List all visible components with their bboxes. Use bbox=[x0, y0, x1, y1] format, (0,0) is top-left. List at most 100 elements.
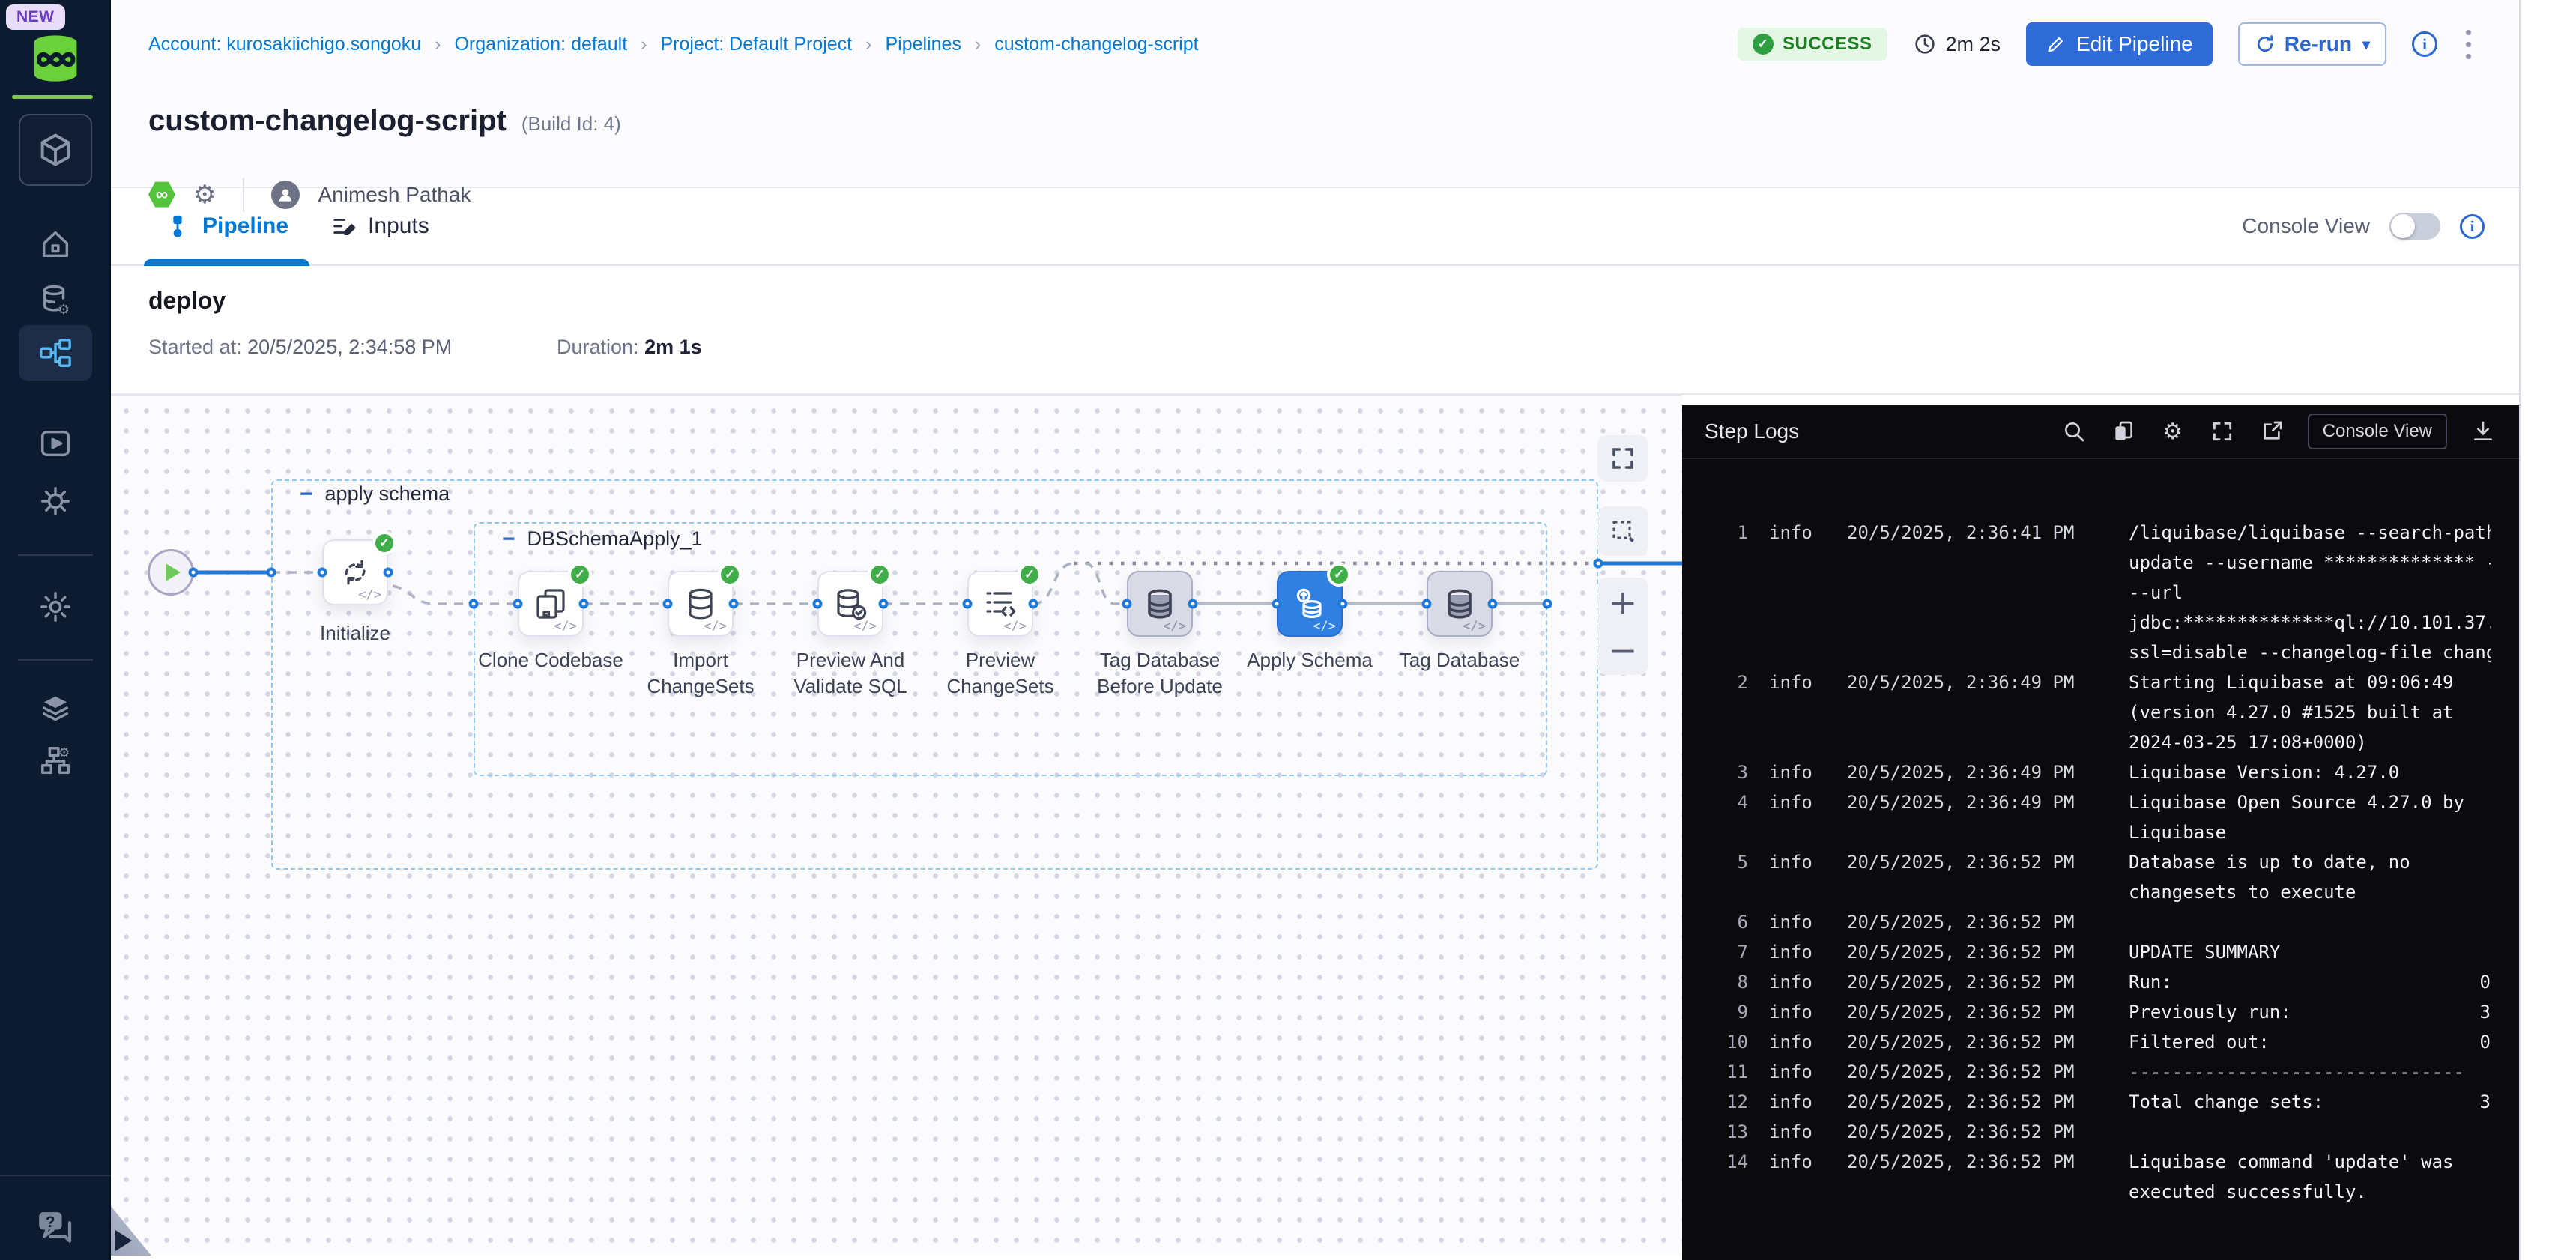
sidebar-item-settings[interactable] bbox=[31, 587, 79, 626]
connector-dot bbox=[879, 599, 889, 609]
log-line-number: 11 bbox=[1682, 1057, 1748, 1087]
execution-area: − apply schema − DBSchemaApply_1 bbox=[111, 395, 2519, 1260]
copy-icon[interactable] bbox=[2110, 418, 2137, 445]
rerun-button[interactable]: Re-run ▾ bbox=[2238, 22, 2386, 66]
refresh-cycle-icon bbox=[337, 554, 373, 590]
start-node[interactable] bbox=[148, 549, 194, 596]
edit-pipeline-button[interactable]: Edit Pipeline bbox=[2026, 22, 2213, 66]
log-level: info bbox=[1769, 1117, 1832, 1147]
download-icon[interactable] bbox=[2470, 418, 2497, 445]
collapse-icon[interactable]: − bbox=[300, 487, 313, 502]
info-icon[interactable]: i bbox=[2412, 31, 2437, 57]
log-line-number: 12 bbox=[1682, 1087, 1748, 1117]
log-message: Total change sets:3 bbox=[2129, 1087, 2491, 1117]
check-circle-icon: ✓ bbox=[1753, 34, 1774, 55]
step-logs-title: Step Logs bbox=[1705, 420, 1799, 443]
pipeline-step-clone-codebase[interactable]: ✓</> bbox=[518, 571, 584, 637]
log-level: info bbox=[1769, 757, 1832, 787]
network-gear-icon: ⚙ bbox=[38, 744, 73, 778]
gear-icon[interactable]: ⚙ bbox=[2159, 418, 2186, 445]
pencil-icon bbox=[2046, 34, 2066, 55]
log-level: info bbox=[1769, 1087, 1832, 1117]
log-line-number: 10 bbox=[1682, 1027, 1748, 1057]
sidebar-item-db-devops[interactable]: ⚙ bbox=[31, 280, 79, 319]
canvas-fullscreen-button[interactable] bbox=[1597, 435, 1648, 482]
log-message: Database is up to date, nochangesets to … bbox=[2129, 847, 2491, 907]
info-icon[interactable]: i bbox=[2460, 214, 2485, 239]
connector-dot bbox=[469, 599, 479, 609]
breadcrumb-link[interactable]: Account: kurosakiichigo.songoku bbox=[148, 34, 421, 55]
search-icon[interactable] bbox=[2061, 418, 2087, 445]
tab-inputs[interactable]: Inputs bbox=[309, 188, 450, 264]
connector-dot bbox=[1338, 599, 1348, 609]
log-line-number: 4 bbox=[1682, 787, 1748, 817]
sidebar-item-resources[interactable]: ⚙ bbox=[31, 742, 79, 781]
pipeline-step-initialize[interactable]: ✓</> bbox=[322, 539, 388, 605]
group-label-apply-schema[interactable]: − apply schema bbox=[300, 482, 450, 506]
status-text: SUCCESS bbox=[1783, 34, 1872, 55]
header-actions: ✓ SUCCESS 2m 2s Edit Pipeline Re-run bbox=[1738, 22, 2519, 66]
connector-dot bbox=[384, 568, 393, 578]
external-link-icon[interactable] bbox=[2258, 418, 2285, 445]
console-view-label: Console View bbox=[2242, 214, 2370, 238]
log-message: Liquibase Open Source 4.27.0 byLiquibase bbox=[2129, 787, 2491, 847]
log-message: Liquibase Version: 4.27.0 bbox=[2129, 757, 2491, 787]
code-glyph: </> bbox=[554, 619, 577, 634]
nav-divider bbox=[18, 659, 93, 661]
pipeline-step-apply-schema[interactable]: ✓</> bbox=[1277, 571, 1343, 637]
zoom-out-button[interactable]: − bbox=[1609, 633, 1638, 667]
pipeline-step-preview-changesets[interactable]: ✓</> bbox=[967, 571, 1033, 637]
connector-dot bbox=[1488, 599, 1498, 609]
sidebar-item-module-switcher[interactable] bbox=[19, 114, 92, 186]
log-timestamp: 20/5/2025, 2:36:49 PM bbox=[1847, 787, 2117, 817]
log-message: Filtered out:0 bbox=[2129, 1027, 2491, 1057]
log-level: info bbox=[1769, 518, 1832, 548]
console-view-button[interactable]: Console View bbox=[2308, 414, 2447, 449]
sidebar-item-home[interactable] bbox=[31, 225, 79, 264]
success-check-icon: ✓ bbox=[718, 563, 742, 587]
log-level: info bbox=[1769, 967, 1832, 997]
breadcrumb: Account: kurosakiichigo.songoku›Organiza… bbox=[148, 34, 1199, 55]
group-label-dbschemaapply[interactable]: − DBSchemaApply_1 bbox=[502, 527, 703, 551]
sidebar-item-manage[interactable] bbox=[31, 482, 79, 521]
collapse-icon[interactable]: − bbox=[502, 532, 515, 547]
breadcrumb-link[interactable]: Pipelines bbox=[885, 34, 961, 55]
pipeline-canvas[interactable]: − apply schema − DBSchemaApply_1 bbox=[111, 395, 1682, 1256]
new-badge: NEW bbox=[6, 4, 65, 30]
pipeline-step-tag-database[interactable]: </> bbox=[1427, 571, 1493, 637]
log-entry: 2info20/5/2025, 2:36:49 PMStarting Liqui… bbox=[1682, 667, 2519, 757]
step-logs-body[interactable]: 1info20/5/2025, 2:36:41 PM/liquibase/liq… bbox=[1682, 459, 2519, 1260]
db-devops-logo-icon[interactable] bbox=[22, 25, 88, 91]
tab-pipeline[interactable]: Pipeline bbox=[144, 188, 309, 264]
expand-brackets-icon bbox=[1609, 445, 1636, 472]
breadcrumb-link[interactable]: Organization: default bbox=[454, 34, 627, 55]
log-message: UPDATE SUMMARY bbox=[2129, 937, 2491, 967]
pipeline-step-preview-and-validate-sql[interactable]: ✓</> bbox=[817, 571, 883, 637]
code-glyph: </> bbox=[1163, 619, 1186, 634]
database-icon bbox=[683, 586, 719, 622]
play-square-icon bbox=[38, 426, 73, 461]
pipeline-step-tag-database-before-update[interactable]: </> bbox=[1127, 571, 1193, 637]
expand-brackets-icon[interactable] bbox=[2209, 418, 2236, 445]
breadcrumb-link[interactable]: Project: Default Project bbox=[660, 34, 852, 55]
expand-arrow-icon[interactable] bbox=[115, 1230, 132, 1251]
log-level: info bbox=[1769, 787, 1832, 817]
help-chat-icon[interactable]: ? bbox=[33, 1206, 75, 1248]
sidebar-item-pipelines[interactable] bbox=[19, 325, 92, 381]
log-message: Liquibase command 'update' wasexecuted s… bbox=[2129, 1147, 2491, 1207]
sidebar-item-executions[interactable] bbox=[31, 424, 79, 463]
console-view-toggle[interactable] bbox=[2389, 213, 2440, 240]
breadcrumb-link[interactable]: custom-changelog-script bbox=[994, 34, 1198, 55]
zoom-in-button[interactable]: + bbox=[1609, 585, 1638, 620]
log-timestamp: 20/5/2025, 2:36:52 PM bbox=[1847, 967, 2117, 997]
log-level: info bbox=[1769, 1147, 1832, 1177]
stage-summary: deploy Started at: 20/5/2025, 2:34:58 PM… bbox=[111, 266, 2519, 395]
code-glyph: </> bbox=[1463, 619, 1486, 634]
connector-dot bbox=[1543, 599, 1552, 609]
more-options-menu[interactable] bbox=[2463, 27, 2474, 62]
success-check-icon: ✓ bbox=[1018, 563, 1041, 587]
log-entry: 7info20/5/2025, 2:36:52 PMUPDATE SUMMARY bbox=[1682, 937, 2519, 967]
sidebar-item-layers[interactable] bbox=[31, 690, 79, 729]
canvas-select-button[interactable] bbox=[1597, 506, 1648, 556]
pipeline-step-import-changesets[interactable]: ✓</> bbox=[668, 571, 734, 637]
